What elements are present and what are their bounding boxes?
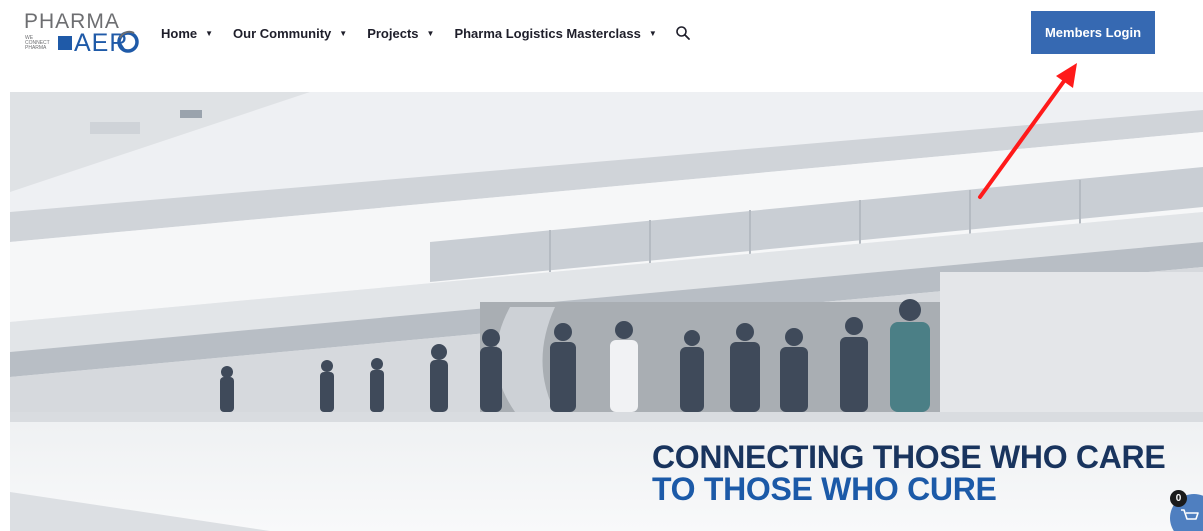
hero-banner: CONNECTING THOSE WHO CARE TO THOSE WHO C…	[10, 92, 1203, 531]
nav-item-label: Home	[161, 25, 198, 41]
nav-item-home[interactable]: Home ▼	[161, 26, 213, 41]
nav-item-label: Pharma Logistics Masterclass	[454, 25, 641, 41]
members-login-button[interactable]: Members Login	[1031, 11, 1155, 54]
cart-icon	[1181, 509, 1199, 520]
hero-heading-line2: TO THOSE WHO CURE	[652, 471, 997, 507]
cart-count-badge: 0	[1170, 490, 1187, 507]
site-header: PHARMA WE CONNECT PHARMA AER Home ▼ Our …	[0, 0, 1203, 70]
chevron-down-icon: ▼	[648, 28, 657, 38]
nav-item-label: Projects	[367, 25, 419, 41]
hero-heading: CONNECTING THOSE WHO CARE TO THOSE WHO C…	[652, 439, 1166, 507]
logo-square	[58, 36, 72, 50]
nav-item-projects[interactable]: Projects ▼	[367, 26, 434, 41]
chevron-down-icon: ▼	[426, 28, 435, 38]
search-icon[interactable]	[675, 25, 691, 41]
page: PHARMA WE CONNECT PHARMA AER Home ▼ Our …	[0, 0, 1203, 531]
pharma-aero-logo[interactable]: PHARMA WE CONNECT PHARMA AER	[24, 10, 139, 57]
nav-item-label: Our Community	[233, 25, 332, 41]
nav-item-our-community[interactable]: Our Community ▼	[233, 26, 347, 41]
chevron-down-icon: ▼	[205, 28, 214, 38]
logo-tagline: WE CONNECT PHARMA	[25, 35, 50, 51]
nav-item-pharma-logistics-masterclass[interactable]: Pharma Logistics Masterclass ▼	[454, 26, 656, 41]
main-nav: Home ▼ Our Community ▼ Projects ▼ Pharma…	[161, 22, 691, 44]
logo-globe-icon	[117, 30, 139, 53]
chevron-down-icon: ▼	[339, 28, 348, 38]
hero-heading-line1: CONNECTING THOSE WHO CARE	[652, 439, 1166, 475]
